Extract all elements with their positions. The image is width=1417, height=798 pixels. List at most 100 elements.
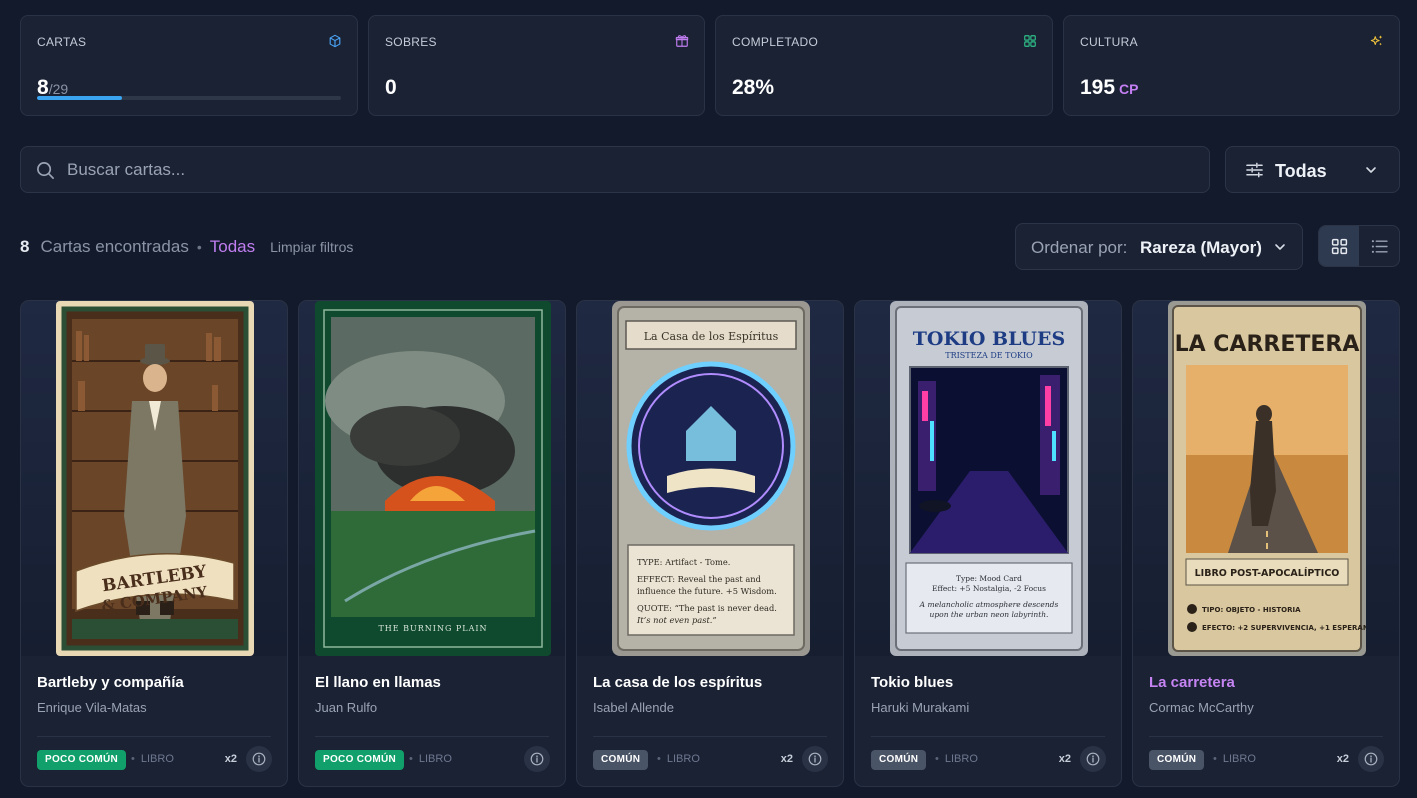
card-casa-espiritus[interactable]: La Casa de los Espíritus TYPE: Artifact … <box>576 300 844 787</box>
stat-value: 0 <box>385 76 397 99</box>
card-art-area: TOKIO BLUES TRISTEZA DE TOKIO Type: Mood… <box>855 301 1121 656</box>
art-quote-line: It’s not even past.” <box>636 615 717 625</box>
info-button[interactable] <box>246 746 272 772</box>
card-author: Enrique Vila-Matas <box>37 700 147 715</box>
card-art-area: LA CARRETERA LIBRO POST-APOCALÍPTICO TIP… <box>1133 301 1399 656</box>
card-type: LIBRO <box>409 753 452 765</box>
view-toggle <box>1318 225 1400 267</box>
filter-label: Todas <box>1275 161 1327 181</box>
sort-value: Rareza (Mayor) <box>1140 238 1262 257</box>
results-summary: 8 Cartas encontradas • Todas Limpiar fil… <box>20 237 353 257</box>
results-text: Cartas encontradas <box>40 237 189 256</box>
search-icon <box>37 162 54 179</box>
card-divider <box>37 736 271 737</box>
rarity-badge: COMÚN <box>593 750 649 770</box>
rarity-badge: POCO COMÚN <box>37 750 126 770</box>
grid-view-icon <box>1331 238 1347 254</box>
info-icon <box>808 752 822 766</box>
info-button[interactable] <box>524 746 550 772</box>
cube-icon <box>329 34 341 48</box>
card-divider <box>871 736 1105 737</box>
stat-label: SOBRES <box>385 35 437 49</box>
stat-value: 195 CP <box>1080 76 1139 99</box>
stat-card-sobres: SOBRES 0 <box>368 15 705 116</box>
card-title: El llano en llamas <box>315 674 441 691</box>
stat-card-cultura: CULTURA 195 CP <box>1063 15 1400 116</box>
card-title: Tokio blues <box>871 674 954 691</box>
card-type: LIBRO <box>1213 753 1256 765</box>
art-title: THE BURNING PLAIN <box>378 624 487 633</box>
art-title: LA CARRETERA <box>1175 332 1360 357</box>
card-image: LA CARRETERA LIBRO POST-APOCALÍPTICO TIP… <box>1168 301 1366 656</box>
info-button[interactable] <box>802 746 828 772</box>
card-art-area: THE BURNING PLAIN <box>299 301 565 656</box>
info-icon <box>1086 752 1100 766</box>
art-title: La Casa de los Espíritus <box>644 330 779 343</box>
stat-label: CULTURA <box>1080 35 1138 49</box>
active-filter: Todas <box>209 237 256 256</box>
stat-value: 28% <box>732 76 775 99</box>
art-quote-line: QUOTE: “The past is never dead. <box>637 603 777 613</box>
card-quantity: x2 <box>224 753 237 765</box>
progress-fill <box>37 96 123 100</box>
chevron-down-icon <box>1275 244 1285 250</box>
list-view-icon <box>1371 239 1388 253</box>
gift-icon <box>675 35 689 47</box>
art-subtitle: LIBRO POST-APOCALÍPTICO <box>1195 567 1340 579</box>
card-type: LIBRO <box>657 753 700 765</box>
card-image: TOKIO BLUES TRISTEZA DE TOKIO Type: Mood… <box>890 301 1088 656</box>
art-subtitle: TRISTEZA DE TOKIO <box>945 351 1033 360</box>
card-art-area: BARTLEBY & COMPANY <box>21 301 287 656</box>
info-button[interactable] <box>1080 746 1106 772</box>
clear-filters-link[interactable]: Limpiar filtros <box>270 239 353 255</box>
results-count: 8 <box>20 237 30 256</box>
chevron-down-icon <box>1366 167 1376 173</box>
stat-label: COMPLETADO <box>732 35 819 49</box>
card-tokio-blues[interactable]: TOKIO BLUES TRISTEZA DE TOKIO Type: Mood… <box>854 300 1122 787</box>
card-la-carretera[interactable]: LA CARRETERA LIBRO POST-APOCALÍPTICO TIP… <box>1132 300 1400 787</box>
sort-dropdown[interactable]: Ordenar por: Rareza (Mayor) <box>1015 223 1303 270</box>
card-type: LIBRO <box>935 753 978 765</box>
list-view-button[interactable] <box>1359 226 1399 266</box>
card-image: THE BURNING PLAIN <box>315 301 551 656</box>
stat-card-completado: COMPLETADO 28% <box>715 15 1053 116</box>
card-art-area: La Casa de los Espíritus TYPE: Artifact … <box>577 301 843 656</box>
grid-icon <box>1024 35 1036 47</box>
grid-view-button[interactable] <box>1319 226 1359 266</box>
art-effect-line: EFFECT: Reveal the past and <box>637 574 762 584</box>
card-author: Juan Rulfo <box>315 700 378 715</box>
rarity-badge: COMÚN <box>871 750 927 770</box>
sort-label: Ordenar por: <box>1031 238 1128 257</box>
art-effect-line: EFECTO: +2 SUPERVIVENCIA, +1 ESPERANZA <box>1202 624 1366 632</box>
card-type: LIBRO <box>131 753 174 765</box>
search-input[interactable] <box>67 147 1187 192</box>
stat-card-cartas: CARTAS 8/29 <box>20 15 358 116</box>
card-author: Cormac McCarthy <box>1149 700 1254 715</box>
art-type-line: Type: Mood Card <box>956 574 1022 583</box>
art-flavor-line: A melancholic atmosphere descends <box>919 600 1059 609</box>
search-box[interactable] <box>20 146 1210 193</box>
separator-dot: • <box>196 239 202 255</box>
card-bartleby[interactable]: BARTLEBY & COMPANY Bartleby y compañía E… <box>20 300 288 787</box>
card-title: La carretera <box>1149 674 1235 691</box>
card-el-llano[interactable]: THE BURNING PLAIN El llano en llamas Jua… <box>298 300 566 787</box>
rarity-badge: COMÚN <box>1149 750 1205 770</box>
card-divider <box>315 736 549 737</box>
sliders-icon <box>1246 162 1263 178</box>
art-type-line: TYPE: Artifact - Tome. <box>637 557 730 567</box>
collection-progress-bar <box>37 96 341 100</box>
card-quantity: x2 <box>1336 753 1349 765</box>
info-button[interactable] <box>1358 746 1384 772</box>
art-effect-line: influence the future. +5 Wisdom. <box>637 586 777 596</box>
info-icon <box>252 752 266 766</box>
sparkles-icon <box>1370 35 1383 46</box>
art-type-line: TIPO: OBJETO - HISTORIA <box>1202 606 1301 614</box>
art-effect-line: Effect: +5 Nostalgia, -2 Focus <box>932 584 1046 593</box>
card-quantity: x2 <box>780 753 793 765</box>
card-divider <box>593 736 827 737</box>
rarity-filter-dropdown[interactable]: Todas <box>1225 146 1400 193</box>
card-divider <box>1149 736 1383 737</box>
info-icon <box>530 752 544 766</box>
art-flavor-line: upon the urban neon labyrinth. <box>930 610 1049 619</box>
card-title: Bartleby y compañía <box>37 674 184 691</box>
